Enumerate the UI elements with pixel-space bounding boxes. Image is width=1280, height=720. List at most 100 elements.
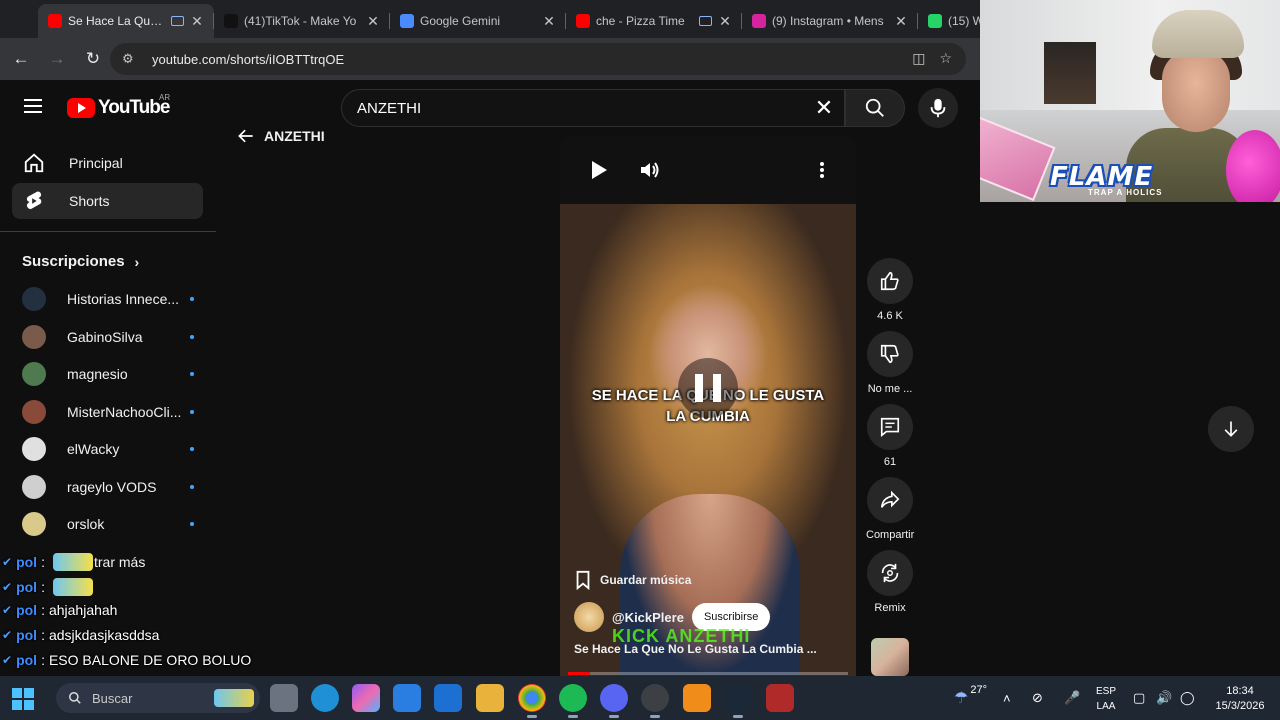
forward-arrow-icon[interactable]: → <box>40 42 74 76</box>
save-music-label: Guardar música <box>600 573 692 587</box>
video-title[interactable]: Se Hace La Que No Le Gusta La Cumbia ... <box>574 642 844 656</box>
microphone-icon <box>930 98 946 118</box>
voice-search-button[interactable] <box>918 88 958 128</box>
steam-icon[interactable] <box>724 684 752 718</box>
system-clock[interactable]: 18:34 15/3/2026 <box>1208 684 1272 714</box>
clear-search-icon[interactable]: ✕ <box>810 94 838 122</box>
subscription-item[interactable]: MisterNachooCli... <box>22 397 194 427</box>
search-button[interactable] <box>845 89 905 127</box>
play-icon[interactable] <box>588 158 610 182</box>
vlc-icon[interactable] <box>683 684 711 712</box>
browser-tab[interactable]: Se Hace La Que N ✕ <box>38 4 214 38</box>
dislike-label: No me ... <box>867 383 913 395</box>
close-tab-icon[interactable]: ✕ <box>366 13 380 30</box>
pause-button[interactable] <box>678 358 738 418</box>
sidebar-item-shorts[interactable]: Shorts <box>12 183 203 219</box>
sound-thumbnail[interactable] <box>871 638 909 676</box>
like-button[interactable]: 4.6 K <box>866 258 914 322</box>
sidebar-item-label: Shorts <box>69 193 110 209</box>
back-arrow-icon[interactable]: ← <box>4 42 38 76</box>
remix-label: Remix <box>874 602 906 614</box>
tab-title: (41)TikTok - Make Yo <box>244 14 357 28</box>
youtube-logo[interactable]: YouTube AR <box>67 93 170 119</box>
progress-bar[interactable] <box>568 672 848 675</box>
avatar[interactable] <box>574 602 604 632</box>
input-language[interactable]: ESP LAA <box>1094 684 1118 714</box>
display-icon[interactable]: ▢ <box>1133 676 1145 720</box>
browser-tab[interactable]: (41)TikTok - Make Yo ✕ <box>214 4 390 38</box>
channel-handle[interactable]: @KickPlere <box>612 610 684 625</box>
show-more-label: trar más <box>94 554 146 570</box>
close-tab-icon[interactable]: ✕ <box>894 13 908 30</box>
edge-icon[interactable] <box>311 684 339 712</box>
store-icon[interactable] <box>393 684 421 712</box>
shorts-player[interactable]: SE HACE LA QUE NO LE GUSTA LA CUMBIA Gua… <box>560 136 856 676</box>
tab-media-icon[interactable] <box>171 16 184 26</box>
task-view-icon[interactable] <box>270 684 298 712</box>
youtube-icon <box>576 14 590 28</box>
file-explorer-icon[interactable] <box>476 684 504 712</box>
spotify-icon[interactable] <box>559 684 587 718</box>
more-options-icon[interactable] <box>818 158 826 182</box>
comments-button[interactable]: 61 <box>866 404 914 468</box>
app-icon[interactable] <box>766 684 794 712</box>
subscription-name: GabinoSilva <box>67 328 143 345</box>
subscription-item[interactable]: magnesio <box>22 359 194 389</box>
subscription-item[interactable]: rageylo VODS <box>22 472 194 502</box>
progress-fill <box>568 672 591 675</box>
verified-check-icon: ✔ <box>2 628 13 642</box>
microphone-tray-icon[interactable]: 🎤 <box>1064 676 1080 720</box>
network-icon[interactable]: ⊘ <box>1032 676 1043 720</box>
chrome-icon[interactable] <box>518 684 546 718</box>
install-app-icon[interactable]: ◫ <box>912 50 925 67</box>
subscription-name: Historias Innece... <box>67 291 180 307</box>
close-tab-icon[interactable]: ✕ <box>718 13 732 30</box>
search-icon <box>69 692 81 704</box>
back-label: ANZETHI <box>264 128 325 144</box>
copilot-icon[interactable] <box>352 684 380 712</box>
share-button[interactable]: Compartir <box>866 477 914 541</box>
chevron-up-icon[interactable]: ˄ <box>1003 676 1011 720</box>
back-to-search[interactable]: ANZETHI <box>236 126 325 146</box>
dislike-button[interactable]: No me ... <box>866 331 914 395</box>
browser-tab[interactable]: Google Gemini ✕ <box>390 4 566 38</box>
weather-rain-icon: ☂ <box>954 690 969 707</box>
subscription-item[interactable]: Historias Innece... <box>22 284 194 314</box>
reload-icon[interactable]: ↻ <box>76 42 110 76</box>
subscriptions-header[interactable]: Suscripciones › <box>22 253 139 270</box>
bookmark-star-icon[interactable]: ☆ <box>939 50 952 67</box>
youtube-play-icon <box>67 98 95 118</box>
speaker-icon[interactable]: 🔊 <box>1156 676 1172 720</box>
windows-start-icon[interactable] <box>12 688 34 710</box>
subscription-name: MisterNachooCli... <box>67 403 182 420</box>
arrow-left-icon <box>238 129 253 143</box>
pause-icon <box>695 374 703 402</box>
close-tab-icon[interactable]: ✕ <box>190 13 204 30</box>
weather-widget[interactable]: ☂ 27° <box>954 676 987 720</box>
menu-icon[interactable] <box>24 99 42 113</box>
sidebar-item-principal[interactable]: Principal <box>12 145 203 181</box>
mail-icon[interactable] <box>434 684 462 712</box>
search-input[interactable]: ANZETHI ✕ <box>341 89 845 127</box>
subscription-item[interactable]: orslok <box>22 509 194 539</box>
next-short-button[interactable] <box>1208 406 1254 452</box>
close-tab-icon[interactable]: ✕ <box>542 13 556 30</box>
save-music-button[interactable]: Guardar música <box>574 564 691 596</box>
remix-button[interactable]: Remix <box>866 550 914 614</box>
discord-icon[interactable] <box>600 684 628 718</box>
avatar <box>22 512 46 536</box>
browser-tab[interactable]: (9) Instagram • Mens ✕ <box>742 4 918 38</box>
obs-icon[interactable] <box>641 684 669 718</box>
subscription-name: elWacky <box>67 441 120 457</box>
subscription-item[interactable]: elWacky <box>22 434 194 464</box>
taskbar-search[interactable]: Buscar <box>56 683 260 713</box>
site-info-icon[interactable]: ⚙ <box>122 51 140 67</box>
subscription-item[interactable]: GabinoSilva <box>22 322 194 352</box>
show-more-link[interactable]: trar más <box>94 547 266 577</box>
address-bar[interactable]: ⚙ youtube.com/shorts/iIOBTTtrqOE ◫ ☆ <box>110 43 966 75</box>
volume-icon[interactable] <box>638 158 662 182</box>
browser-tab[interactable]: che - Pizza Time ✕ <box>566 4 742 38</box>
share-icon <box>880 490 900 508</box>
tab-media-icon[interactable] <box>699 16 712 26</box>
shield-icon[interactable]: ◯ <box>1180 676 1195 720</box>
